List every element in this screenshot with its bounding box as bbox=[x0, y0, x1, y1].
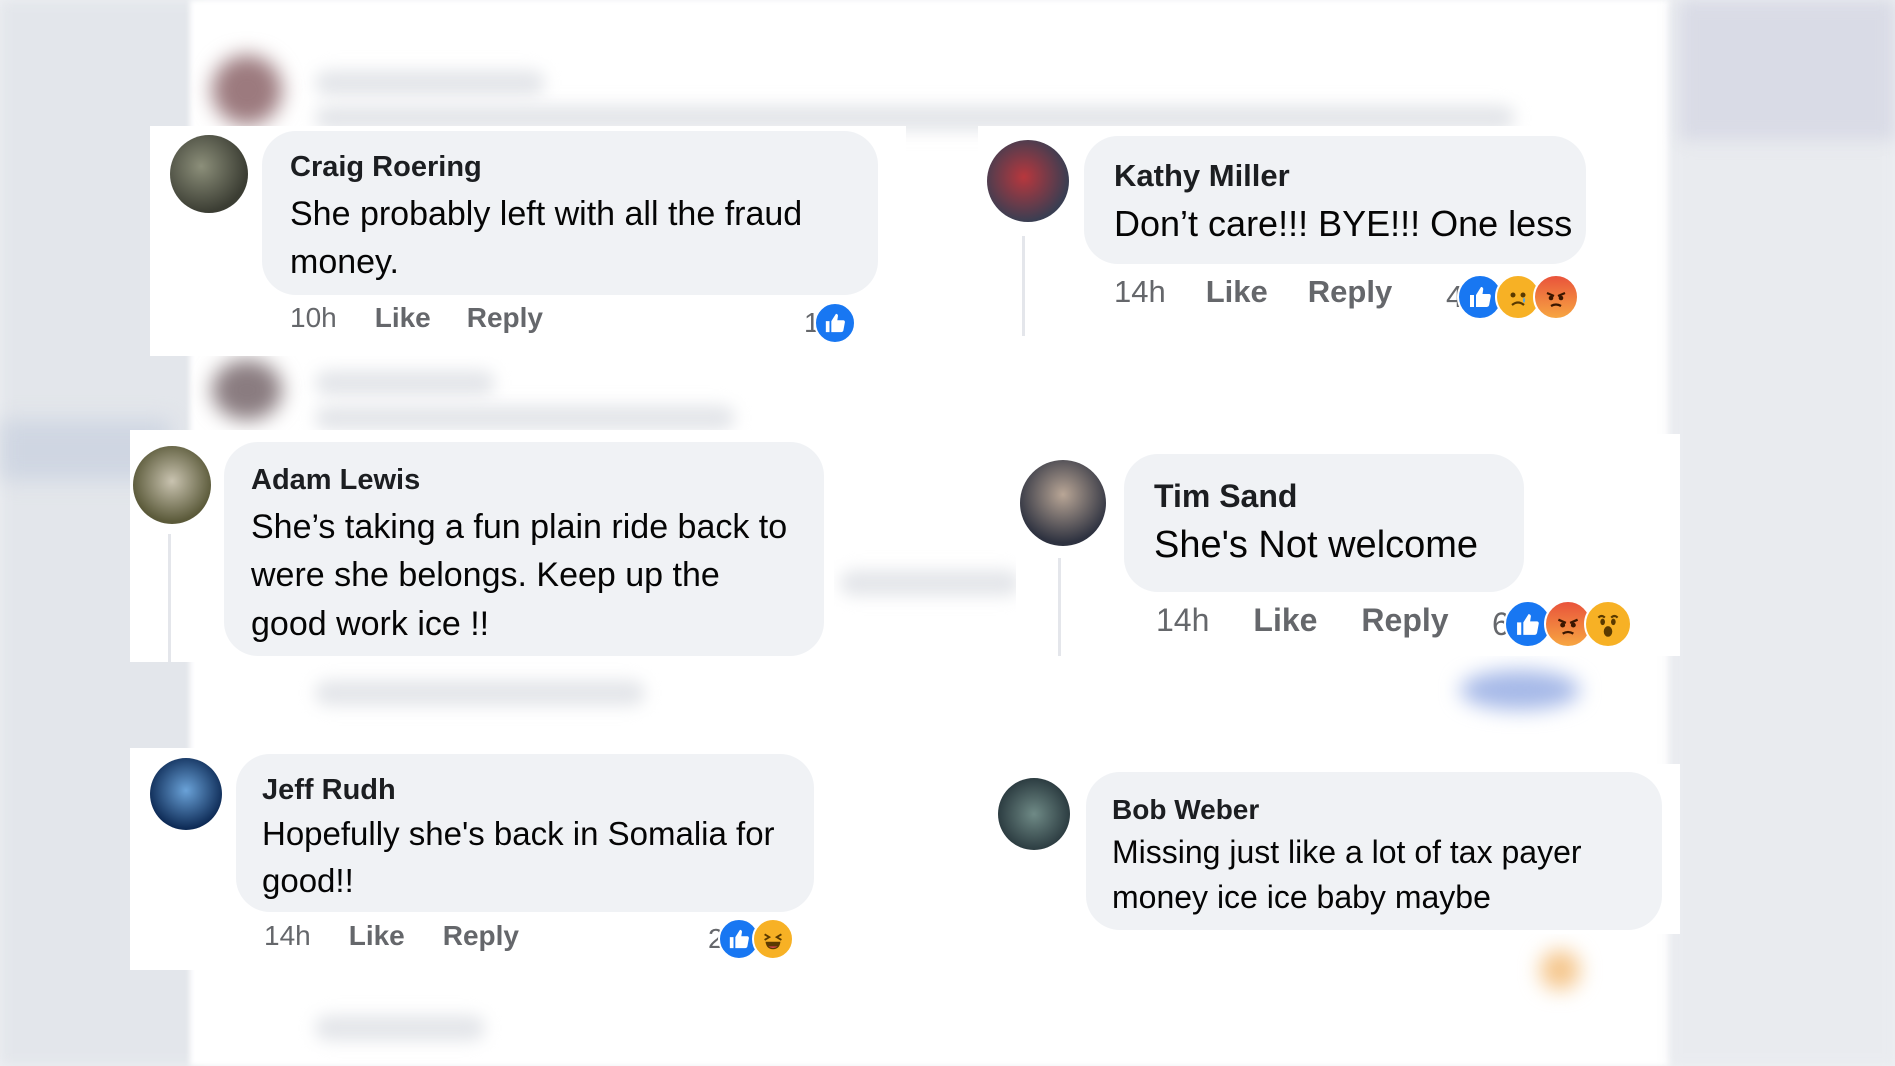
comment-card: Bob Weber Missing just like a lot of tax… bbox=[994, 764, 1680, 934]
comment-card: Kathy Miller Don’t care!!! BYE!!! One le… bbox=[978, 126, 1600, 356]
background-text bbox=[315, 1015, 485, 1041]
commenter-name[interactable]: Kathy Miller bbox=[1114, 158, 1556, 194]
background-avatar bbox=[212, 55, 282, 125]
background-reaction bbox=[1460, 670, 1580, 710]
reply-button[interactable]: Reply bbox=[1308, 274, 1392, 310]
reaction-summary[interactable]: 4 bbox=[1446, 274, 1580, 320]
avatar[interactable] bbox=[133, 446, 211, 524]
like-button[interactable]: Like bbox=[1206, 274, 1268, 310]
background-text bbox=[315, 370, 495, 396]
background-right-panel bbox=[1670, 0, 1895, 1066]
commenter-name[interactable]: Adam Lewis bbox=[251, 464, 797, 497]
comment-card: Jeff Rudh Hopefully she's back in Somali… bbox=[130, 748, 824, 970]
comment-bubble: Craig Roering She probably left with all… bbox=[262, 131, 878, 295]
comment-card: Tim Sand She's Not welcome 14h Like Repl… bbox=[1016, 434, 1680, 656]
avatar[interactable] bbox=[1020, 460, 1106, 546]
like-button[interactable]: Like bbox=[375, 302, 431, 334]
haha-reaction-icon bbox=[751, 918, 794, 960]
thread-line bbox=[1022, 236, 1025, 336]
comment-text: Hopefully she's back in Somalia for good… bbox=[262, 815, 775, 899]
comment-bubble: Tim Sand She's Not welcome bbox=[1124, 454, 1524, 592]
background-text bbox=[315, 680, 645, 706]
comment-text: Missing just like a lot of tax payer mon… bbox=[1112, 834, 1582, 916]
reaction-summary[interactable]: 6 bbox=[1492, 600, 1632, 648]
like-button[interactable]: Like bbox=[1253, 602, 1317, 639]
commenter-name[interactable]: Craig Roering bbox=[290, 151, 850, 184]
background-text bbox=[315, 405, 735, 431]
reply-button[interactable]: Reply bbox=[1361, 602, 1448, 639]
like-button[interactable]: Like bbox=[349, 920, 405, 952]
avatar[interactable] bbox=[998, 778, 1070, 850]
comment-bubble: Jeff Rudh Hopefully she's back in Somali… bbox=[236, 754, 814, 912]
comment-actions: 14h Like Reply bbox=[264, 920, 519, 952]
background-text bbox=[840, 570, 1020, 596]
background-text bbox=[315, 70, 545, 96]
commenter-name[interactable]: Tim Sand bbox=[1154, 478, 1494, 515]
comment-bubble: Kathy Miller Don’t care!!! BYE!!! One le… bbox=[1084, 136, 1586, 264]
thread-line bbox=[1058, 558, 1061, 656]
commenter-name[interactable]: Bob Weber bbox=[1112, 794, 1636, 826]
avatar[interactable] bbox=[170, 135, 248, 213]
reply-button[interactable]: Reply bbox=[443, 920, 519, 952]
comment-actions: 14h Like Reply bbox=[1114, 274, 1392, 310]
background-avatar bbox=[212, 360, 282, 420]
reply-button[interactable]: Reply bbox=[467, 302, 543, 334]
background-right-header bbox=[1680, 0, 1895, 140]
like-reaction-icon bbox=[813, 302, 856, 344]
comment-bubble: Adam Lewis She’s taking a fun plain ride… bbox=[224, 442, 824, 656]
comment-text: She’s taking a fun plain ride back to we… bbox=[251, 508, 788, 643]
timestamp[interactable]: 14h bbox=[1114, 274, 1166, 310]
avatar[interactable] bbox=[150, 758, 222, 830]
thread-line bbox=[168, 534, 171, 662]
background-reaction bbox=[1540, 950, 1580, 990]
timestamp[interactable]: 10h bbox=[290, 302, 337, 334]
timestamp[interactable]: 14h bbox=[1156, 602, 1209, 639]
comment-card: Adam Lewis She’s taking a fun plain ride… bbox=[130, 430, 834, 662]
comment-text: She probably left with all the fraud mon… bbox=[290, 195, 803, 282]
comment-actions: 14h Like Reply bbox=[1156, 602, 1449, 639]
reaction-summary[interactable]: 1 bbox=[804, 302, 856, 344]
comment-text: Don’t care!!! BYE!!! One less bbox=[1114, 203, 1573, 244]
comment-card: Craig Roering She probably left with all… bbox=[150, 126, 906, 356]
avatar[interactable] bbox=[987, 140, 1069, 222]
angry-reaction-icon bbox=[1533, 274, 1580, 320]
comment-bubble: Bob Weber Missing just like a lot of tax… bbox=[1086, 772, 1662, 930]
comment-actions: 10h Like Reply bbox=[290, 302, 543, 334]
timestamp[interactable]: 14h bbox=[264, 920, 311, 952]
wow-reaction-icon bbox=[1583, 600, 1632, 648]
reaction-summary[interactable]: 2 bbox=[708, 918, 794, 960]
comment-text: She's Not welcome bbox=[1154, 524, 1479, 566]
commenter-name[interactable]: Jeff Rudh bbox=[262, 774, 788, 807]
